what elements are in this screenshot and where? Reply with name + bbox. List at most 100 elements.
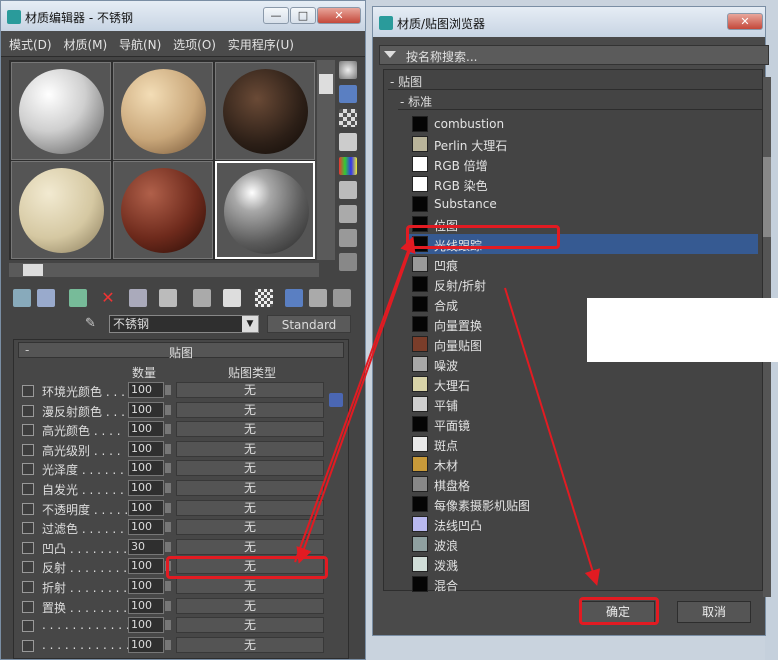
browser-item[interactable]: 波浪	[408, 534, 758, 554]
material-name-dropdown[interactable]: 不锈钢 ▼	[109, 315, 259, 333]
make-preview-icon[interactable]	[339, 181, 357, 199]
amount-spinner[interactable]: 100	[128, 636, 171, 653]
make-unique-icon[interactable]	[159, 289, 177, 307]
get-material-icon[interactable]	[13, 289, 31, 307]
browser-item[interactable]: 凹痕	[408, 254, 758, 274]
assign-to-selection-icon[interactable]	[69, 289, 87, 307]
browser-item[interactable]: 平面镜	[408, 414, 758, 434]
sample-slot-6-active[interactable]	[215, 161, 315, 259]
browser-item[interactable]: RGB 染色	[408, 174, 758, 194]
sample-type-icon[interactable]	[339, 61, 357, 79]
sample-slot-5[interactable]	[113, 161, 213, 259]
amount-spinner[interactable]: 100	[128, 519, 171, 536]
browser-search-bar[interactable]: 按名称搜索...	[379, 45, 769, 65]
go-to-parent-icon[interactable]	[309, 289, 327, 307]
map-slot-button[interactable]: 无	[176, 480, 324, 496]
amount-spinner[interactable]: 100	[128, 401, 171, 418]
amount-spinner[interactable]: 100	[128, 480, 171, 496]
map-enable-checkbox[interactable]	[22, 541, 34, 554]
menu-utilities[interactable]: 实用程序(U)	[228, 36, 294, 53]
put-to-scene-icon[interactable]	[37, 289, 55, 307]
map-slot-button[interactable]: 无	[176, 440, 324, 457]
map-slot-button[interactable]: 无	[176, 421, 324, 438]
amount-spinner[interactable]: 100	[128, 617, 171, 634]
browser-item[interactable]: 木材	[408, 454, 758, 474]
browser-item[interactable]: 大理石	[408, 374, 758, 394]
eyedropper-icon[interactable]: ✎	[85, 316, 99, 332]
slots-vertical-scrollbar[interactable]	[317, 60, 335, 260]
amount-spinner[interactable]: 100	[128, 578, 171, 594]
minimize-button[interactable]: —	[263, 7, 289, 24]
browser-item[interactable]: 棋盘格	[408, 474, 758, 494]
map-enable-checkbox[interactable]	[22, 620, 34, 633]
browser-item[interactable]: RGB 倍增	[408, 154, 758, 174]
map-slot-button[interactable]: 无	[176, 636, 324, 653]
browser-item[interactable]: 反射/折射	[408, 274, 758, 294]
browser-item[interactable]: 混合	[408, 574, 758, 594]
menu-options[interactable]: 选项(O)	[173, 36, 216, 53]
map-enable-checkbox[interactable]	[22, 561, 34, 574]
scroll-thumb[interactable]	[319, 74, 333, 94]
select-by-material-icon[interactable]	[339, 229, 357, 247]
browser-item[interactable]: 法线凹凸	[408, 514, 758, 534]
sample-slot-2[interactable]	[113, 62, 213, 160]
map-enable-checkbox[interactable]	[22, 424, 34, 437]
map-enable-checkbox[interactable]	[22, 581, 34, 593]
amount-spinner[interactable]: 100	[128, 460, 171, 477]
browser-item[interactable]: 泼溅	[408, 554, 758, 574]
map-enable-checkbox[interactable]	[22, 443, 34, 456]
menu-material[interactable]: 材质(M)	[63, 36, 107, 53]
material-navigator-icon[interactable]	[339, 253, 357, 271]
slots-horizontal-scrollbar[interactable]	[9, 263, 319, 277]
map-enable-checkbox[interactable]	[22, 639, 34, 652]
close-button[interactable]: ✕	[727, 13, 763, 30]
maps-rollout-header[interactable]: - 贴图	[18, 342, 344, 360]
scroll-thumb[interactable]	[23, 264, 43, 276]
browser-item[interactable]: Perlin 大理石	[408, 134, 758, 154]
browser-item[interactable]: combustion	[408, 114, 758, 134]
menu-navigation[interactable]: 导航(N)	[119, 36, 161, 53]
browser-item[interactable]: 斑点	[408, 434, 758, 454]
show-end-result-icon[interactable]	[285, 289, 303, 307]
go-forward-sibling-icon[interactable]	[333, 289, 351, 307]
amount-spinner[interactable]: 100	[128, 597, 171, 614]
map-enable-checkbox[interactable]	[22, 522, 34, 535]
map-enable-checkbox[interactable]	[22, 463, 34, 476]
background-checker-icon[interactable]	[339, 109, 357, 127]
lock-icon[interactable]	[329, 393, 343, 407]
amount-spinner[interactable]: 100	[128, 440, 171, 457]
browser-item[interactable]: 每像素摄影机贴图	[408, 494, 758, 514]
sample-slot-4[interactable]	[11, 161, 111, 259]
show-map-icon[interactable]	[255, 289, 273, 307]
material-editor-titlebar[interactable]: 材质编辑器 - 不锈钢 — □ ✕	[1, 1, 365, 31]
reset-map-icon[interactable]: ✕	[99, 289, 117, 307]
amount-spinner[interactable]: 100	[128, 558, 171, 575]
options-icon[interactable]	[339, 205, 357, 223]
uv-tiling-icon[interactable]	[339, 133, 357, 151]
scroll-thumb[interactable]	[763, 157, 771, 237]
chevron-down-icon[interactable]: ▼	[242, 316, 258, 332]
amount-spinner[interactable]: 100	[128, 382, 171, 398]
map-slot-button[interactable]: 无	[176, 538, 324, 555]
dropdown-arrow-icon[interactable]	[384, 51, 396, 58]
sample-slot-1[interactable]	[11, 62, 111, 160]
map-slot-button[interactable]: 无	[176, 578, 324, 594]
map-enable-checkbox[interactable]	[22, 502, 34, 515]
close-button[interactable]: ✕	[317, 7, 361, 24]
amount-spinner[interactable]: 100	[128, 499, 171, 516]
amount-spinner[interactable]: 100	[128, 421, 171, 438]
backlight-icon[interactable]	[339, 85, 357, 103]
map-slot-button[interactable]: 无	[176, 519, 324, 536]
group-maps[interactable]: - 贴图	[388, 72, 764, 90]
cancel-button[interactable]: 取消	[677, 601, 751, 623]
group-standard[interactable]: - 标准	[398, 92, 764, 110]
browser-item[interactable]: Substance	[408, 194, 758, 214]
map-slot-button[interactable]: 无	[176, 382, 324, 398]
amount-spinner[interactable]: 30	[128, 538, 171, 555]
sample-slot-3[interactable]	[215, 62, 315, 160]
map-slot-button[interactable]: 无	[176, 597, 324, 614]
video-color-check-icon[interactable]	[339, 157, 357, 175]
maximize-button[interactable]: □	[290, 7, 316, 24]
map-enable-checkbox[interactable]	[22, 600, 34, 613]
put-to-library-icon[interactable]	[193, 289, 211, 307]
